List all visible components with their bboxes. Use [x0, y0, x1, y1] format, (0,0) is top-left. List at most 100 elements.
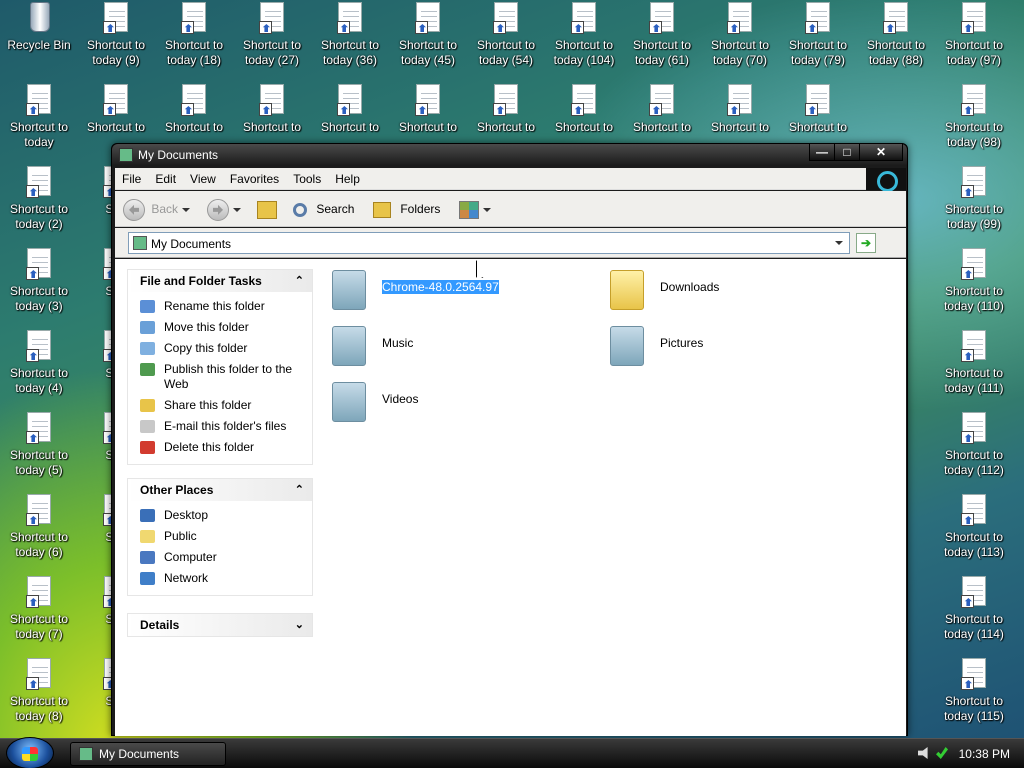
- desktop-icon-label: Shortcut to today (98): [944, 120, 1004, 149]
- task-item-label: Share this folder: [164, 398, 252, 412]
- desktop-shortcut[interactable]: Shortcut to today (27): [233, 2, 311, 82]
- desktop-shortcut[interactable]: Shortcut to today (9): [77, 2, 155, 82]
- task-item[interactable]: Move this folder: [128, 317, 312, 338]
- minimize-button[interactable]: —: [809, 143, 835, 161]
- task-item[interactable]: E-mail this folder's files: [128, 416, 312, 437]
- desktop-shortcut[interactable]: Shortcut to today: [0, 84, 78, 164]
- desktop-shortcut[interactable]: Shortcut to today (88): [857, 2, 935, 82]
- desktop-shortcut[interactable]: Shortcut to today (18): [155, 2, 233, 82]
- task-item[interactable]: Delete this folder: [128, 437, 312, 458]
- desktop-icon-label: Shortcut to today (104): [553, 38, 615, 67]
- file-item[interactable]: Videos: [330, 377, 600, 427]
- collapse-icon[interactable]: ⌃: [295, 270, 304, 292]
- clock[interactable]: 10:38 PM: [959, 739, 1010, 768]
- desktop-shortcut[interactable]: Shortcut to today (6): [0, 494, 78, 574]
- folder-icon: [79, 747, 93, 761]
- shortcut-arrow-icon: [26, 103, 39, 116]
- place-item-label: Network: [164, 571, 209, 585]
- desktop-icon-label: Shortcut to today (70): [710, 38, 770, 67]
- desktop-shortcut[interactable]: Shortcut to today (113): [935, 494, 1013, 574]
- shortcut-arrow-icon: [26, 431, 39, 444]
- desktop-shortcut[interactable]: Shortcut to today (54): [467, 2, 545, 82]
- taskbar-window-button[interactable]: My Documents: [70, 742, 226, 766]
- address-field[interactable]: My Documents: [128, 232, 850, 254]
- desktop-shortcut[interactable]: Shortcut to today (111): [935, 330, 1013, 410]
- desktop-icon-label: Shortcut to today (36): [320, 38, 380, 67]
- shortcut-arrow-icon: [337, 103, 350, 116]
- desktop-icon-label: Recycle Bin: [7, 38, 71, 52]
- file-item[interactable]: Music: [330, 321, 600, 371]
- desktop-shortcut[interactable]: Shortcut to today (112): [935, 412, 1013, 492]
- menu-file[interactable]: File: [115, 168, 148, 186]
- expand-icon[interactable]: ⌄: [295, 614, 304, 636]
- maximize-button[interactable]: □: [834, 143, 860, 161]
- panel-header[interactable]: Details ⌄: [128, 614, 312, 636]
- place-item[interactable]: Desktop: [128, 505, 312, 526]
- menu-view[interactable]: View: [183, 168, 223, 186]
- network-status-icon[interactable]: [936, 747, 948, 759]
- menu-tools[interactable]: Tools: [286, 168, 328, 186]
- desktop-shortcut[interactable]: Shortcut to today (79): [779, 2, 857, 82]
- desktop-shortcut[interactable]: Shortcut to today (36): [311, 2, 389, 82]
- desktop-shortcut[interactable]: Shortcut to today (110): [935, 248, 1013, 328]
- go-button[interactable]: ➔: [856, 233, 876, 253]
- desktop-icon-label: Shortcut to today (54): [476, 38, 536, 67]
- start-button[interactable]: [6, 737, 54, 768]
- shortcut-arrow-icon: [259, 21, 272, 34]
- desktop-shortcut[interactable]: Shortcut to today (4): [0, 330, 78, 410]
- panel-header[interactable]: Other Places ⌃: [128, 479, 312, 501]
- search-button[interactable]: Search: [293, 197, 354, 221]
- volume-icon[interactable]: [918, 747, 928, 759]
- menu-help[interactable]: Help: [328, 168, 367, 186]
- desktop-shortcut[interactable]: Shortcut to today (7): [0, 576, 78, 656]
- desktop-shortcut[interactable]: Shortcut to today (114): [935, 576, 1013, 656]
- collapse-icon[interactable]: ⌃: [295, 479, 304, 501]
- place-item[interactable]: Network: [128, 568, 312, 589]
- desktop-shortcut[interactable]: Shortcut to today (97): [935, 2, 1013, 82]
- folders-button[interactable]: Folders: [373, 197, 440, 221]
- desktop-shortcut[interactable]: Shortcut to today (3): [0, 248, 78, 328]
- task-item[interactable]: Rename this folder: [128, 296, 312, 317]
- views-icon: [459, 200, 479, 219]
- file-item[interactable]: Downloads: [608, 265, 878, 315]
- title-bar[interactable]: My Documents — □ ✕: [112, 143, 907, 166]
- task-item-icon: [140, 321, 155, 334]
- menu-favorites[interactable]: Favorites: [223, 168, 286, 186]
- desktop-icon-label: Shortcut to: [788, 120, 848, 134]
- shortcut-arrow-icon: [103, 103, 116, 116]
- desktop-shortcut[interactable]: Shortcut to today (99): [935, 166, 1013, 246]
- shortcut-arrow-icon: [493, 21, 506, 34]
- task-item[interactable]: Share this folder: [128, 395, 312, 416]
- forward-button[interactable]: [207, 197, 241, 221]
- desktop-shortcut[interactable]: Shortcut to today (45): [389, 2, 467, 82]
- desktop-shortcut[interactable]: Shortcut to today (104): [545, 2, 623, 82]
- folders-label: Folders: [400, 202, 441, 216]
- task-item-icon: [140, 420, 155, 433]
- file-item[interactable]: Pictures: [608, 321, 878, 371]
- recycle-bin[interactable]: Recycle Bin: [0, 2, 78, 82]
- desktop-shortcut[interactable]: Shortcut to today (61): [623, 2, 701, 82]
- menu-edit[interactable]: Edit: [148, 168, 183, 186]
- back-button[interactable]: Back: [123, 197, 191, 221]
- task-item[interactable]: Publish this folder to the Web: [128, 359, 312, 395]
- desktop-icon-label: Shortcut to today (113): [944, 530, 1004, 559]
- up-folder-button[interactable]: [257, 197, 279, 221]
- panel-header[interactable]: File and Folder Tasks ⌃: [128, 270, 312, 292]
- views-button[interactable]: [459, 197, 491, 221]
- close-button[interactable]: ✕: [859, 143, 903, 161]
- folder-pictures-icon: [608, 324, 648, 370]
- desktop-shortcut[interactable]: Shortcut to today (8): [0, 658, 78, 738]
- chevron-down-icon[interactable]: [835, 241, 843, 245]
- desktop-icon-label: Shortcut to today (3): [9, 284, 69, 313]
- place-item[interactable]: Public: [128, 526, 312, 547]
- file-item[interactable]: Chrome-48.0.2564.97: [330, 265, 600, 315]
- place-item[interactable]: Computer: [128, 547, 312, 568]
- desktop-shortcut[interactable]: Shortcut to today (115): [935, 658, 1013, 738]
- desktop-shortcut[interactable]: Shortcut to today (98): [935, 84, 1013, 164]
- task-item[interactable]: Copy this folder: [128, 338, 312, 359]
- explorer-window: My Documents — □ ✕ File Edit View Favorites…: [111, 143, 908, 736]
- desktop-shortcut[interactable]: Shortcut to today (5): [0, 412, 78, 492]
- task-item-label: Publish this folder to the Web: [164, 362, 293, 391]
- desktop-shortcut[interactable]: Shortcut to today (70): [701, 2, 779, 82]
- desktop-shortcut[interactable]: Shortcut to today (2): [0, 166, 78, 246]
